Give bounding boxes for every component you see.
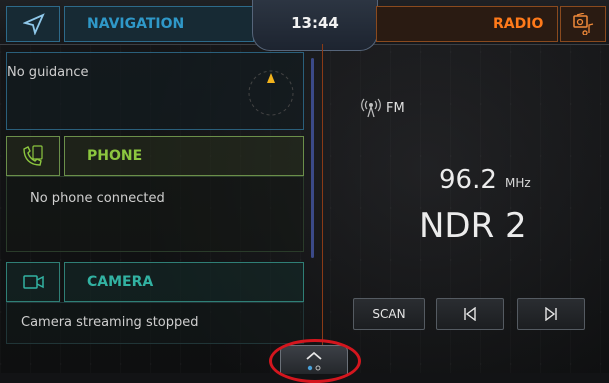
- previous-station-button[interactable]: [436, 298, 504, 330]
- camera-icon-button[interactable]: [6, 262, 60, 302]
- antenna-icon: [361, 98, 381, 118]
- navigation-status: No guidance: [7, 65, 89, 80]
- phone-title: PHONE: [87, 148, 143, 164]
- radio-music-icon: [573, 13, 594, 35]
- navigation-icon-button[interactable]: [6, 6, 60, 42]
- next-station-button[interactable]: [517, 298, 585, 330]
- radio-frequency: 96.2: [439, 165, 497, 195]
- top-bar: NAVIGATION 13:44 RADIO: [0, 0, 609, 51]
- camera-panel[interactable]: Camera streaming stopped: [6, 302, 304, 344]
- camera-icon: [23, 275, 44, 289]
- navigation-title: NAVIGATION: [87, 16, 185, 32]
- scan-button[interactable]: SCAN: [353, 298, 425, 330]
- navigation-arrow-icon: [23, 13, 45, 35]
- phone-tab[interactable]: PHONE: [64, 136, 304, 176]
- phone-icon-button[interactable]: [6, 136, 60, 176]
- camera-status: Camera streaming stopped: [21, 315, 199, 330]
- compass-icon: [248, 70, 294, 116]
- radio-tab[interactable]: RADIO: [376, 6, 558, 42]
- phone-status: No phone connected: [30, 191, 165, 206]
- phone-device-icon: [23, 145, 43, 166]
- camera-tab[interactable]: CAMERA: [64, 262, 304, 302]
- skip-forward-icon: [545, 307, 557, 321]
- clock: 13:44: [291, 14, 339, 32]
- camera-title: CAMERA: [87, 274, 154, 290]
- scan-label: SCAN: [372, 307, 406, 321]
- navigation-panel[interactable]: No guidance: [6, 52, 304, 130]
- radio-panel[interactable]: FM 96.2 MHz NDR 2 SCAN: [323, 44, 609, 373]
- radio-frequency-unit: MHz: [505, 176, 531, 190]
- highlight-ring: [269, 339, 361, 383]
- navigation-tab[interactable]: NAVIGATION: [64, 6, 254, 42]
- left-scrollbar[interactable]: [311, 58, 314, 258]
- phone-panel[interactable]: No phone connected: [6, 176, 304, 252]
- radio-station: NDR 2: [419, 206, 527, 246]
- skip-back-icon: [464, 307, 476, 321]
- radio-band: FM: [386, 101, 405, 116]
- radio-title: RADIO: [493, 16, 544, 32]
- radio-icon-button[interactable]: [560, 6, 606, 42]
